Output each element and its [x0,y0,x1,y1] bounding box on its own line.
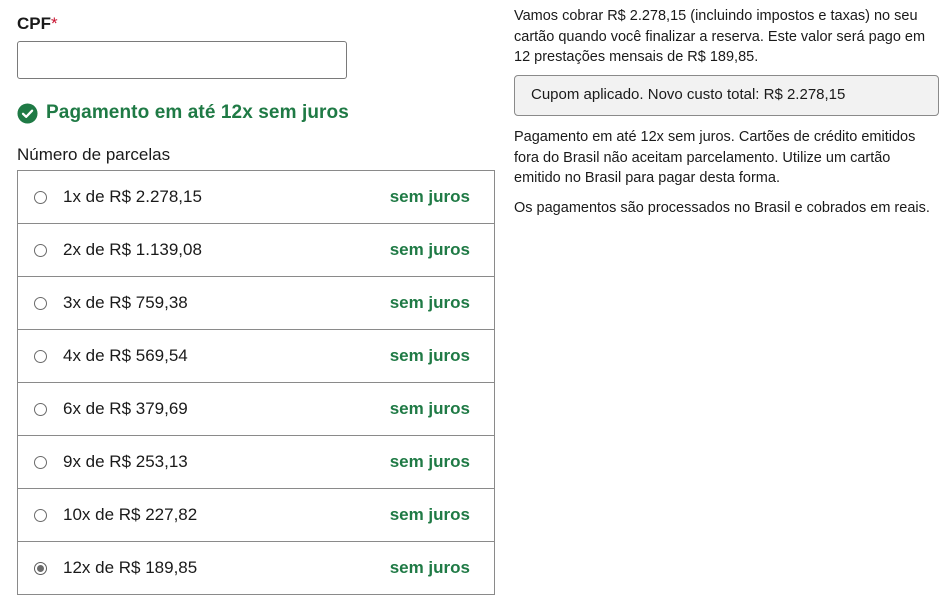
installment-option-selected[interactable]: 12x de R$ 189,85 sem juros [17,542,495,595]
interest-free-tag: sem juros [389,187,470,206]
processing-info: Os pagamentos são processados no Brasil … [514,200,930,216]
radio-button-checked[interactable] [34,561,47,575]
coupon-text: Cupom aplicado. Novo custo total: R$ 2.2… [531,86,846,104]
installment-amount: 4x de R$ 569,54 [63,346,188,365]
radio-button[interactable] [34,190,47,204]
charge-notice: Vamos cobrar R$ 2.278,15 (incluindo impo… [514,8,926,65]
interest-free-tag: sem juros [389,240,470,259]
coupon-applied-box: Cupom aplicado. Novo custo total: R$ 2.2… [514,75,939,116]
promo-text: Pagamento em até 12x sem juros [46,102,349,123]
radio-button[interactable] [34,402,47,416]
installment-amount: 6x de R$ 379,69 [63,399,188,418]
interest-free-tag: sem juros [389,505,470,524]
interest-free-tag: sem juros [389,399,470,418]
radio-button[interactable] [34,508,47,522]
promo-banner: Pagamento em até 12x sem juros [17,102,349,124]
installment-options: 1x de R$ 2.278,15 sem juros 2x de R$ 1.1… [17,170,495,595]
installments-label: Número de parcelas [17,145,171,164]
installment-option[interactable]: 6x de R$ 379,69 sem juros [17,383,495,436]
interest-free-tag: sem juros [389,346,470,365]
installment-option[interactable]: 9x de R$ 253,13 sem juros [17,436,495,489]
radio-button[interactable] [34,243,47,257]
interest-free-tag: sem juros [389,452,470,471]
installment-amount: 3x de R$ 759,38 [63,293,188,312]
radio-button[interactable] [34,349,47,363]
radio-button[interactable] [34,296,47,310]
installment-amount: 12x de R$ 189,85 [63,558,198,577]
check-circle-icon [17,102,38,124]
interest-free-tag: sem juros [389,293,470,312]
required-mark: * [51,14,58,33]
installment-option[interactable]: 3x de R$ 759,38 sem juros [17,277,495,330]
cpf-label: CPF* [17,14,58,34]
cpf-input[interactable] [17,41,347,79]
installment-amount: 2x de R$ 1.139,08 [63,240,202,259]
installment-amount: 1x de R$ 2.278,15 [63,187,202,206]
installment-amount: 9x de R$ 253,13 [63,452,188,471]
installment-amount: 10x de R$ 227,82 [63,505,198,524]
cpf-label-text: CPF [17,14,51,33]
interest-free-tag: sem juros [389,558,470,577]
radio-button[interactable] [34,455,47,469]
installment-option[interactable]: 4x de R$ 569,54 sem juros [17,330,495,383]
installment-option[interactable]: 1x de R$ 2.278,15 sem juros [17,170,495,224]
installment-info: Pagamento em até 12x sem juros. Cartões … [514,129,916,186]
installment-option[interactable]: 2x de R$ 1.139,08 sem juros [17,224,495,277]
installment-option[interactable]: 10x de R$ 227,82 sem juros [17,489,495,542]
